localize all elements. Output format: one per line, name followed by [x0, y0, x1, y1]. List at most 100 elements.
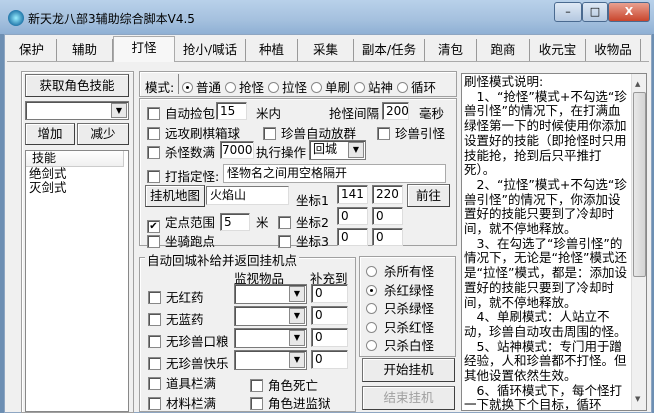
- help-paragraph: 5、站神模式：专门用于蹭经验，人和珍兽都不打怪。但其他设置依然生效。: [464, 338, 627, 384]
- get-skills-button[interactable]: 获取角色技能: [25, 74, 129, 97]
- tab-clean-bag[interactable]: 清包: [425, 39, 477, 61]
- pet-happy-combo[interactable]: ▼: [234, 350, 307, 370]
- auto-pickup-checkbox[interactable]: 自动捡包: [147, 103, 215, 122]
- help-scrollbar[interactable]: ▲ ▼: [631, 74, 646, 410]
- scrollbar-thumb[interactable]: [633, 92, 646, 277]
- help-textarea[interactable]: 刷怪模式说明: 1、“抢怪”模式+不勾选“珍兽引怪”的情况下，在打满血绿怪第一下…: [461, 73, 647, 411]
- kill-green-only-radio[interactable]: 只杀绿怪: [366, 300, 455, 319]
- map-input[interactable]: 火焰山: [206, 186, 289, 205]
- goto-button[interactable]: 前往: [407, 184, 450, 207]
- chevron-down-icon[interactable]: ▼: [111, 103, 127, 118]
- skill-list-item[interactable]: 绝剑式: [26, 167, 128, 181]
- exec-action-label: 执行操作: [256, 145, 307, 160]
- remove-skill-button[interactable]: 减少: [77, 123, 129, 145]
- mode-radio-solo[interactable]: 单刷: [311, 80, 350, 95]
- close-button[interactable]: X: [608, 2, 650, 22]
- grab-interval-unit: 毫秒: [419, 106, 445, 121]
- mode-radio-stand[interactable]: 站神: [354, 80, 393, 95]
- fixed-range-checkbox[interactable]: ✔ 定点范围: [147, 212, 215, 233]
- action-combo-value: 回城: [313, 142, 338, 156]
- skill-list[interactable]: 技能 绝剑式 灭剑式: [25, 150, 129, 412]
- chevron-down-icon[interactable]: ▼: [289, 352, 305, 368]
- resupply-title: 自动回城补给并返回挂机点: [145, 250, 300, 269]
- blue-potion-fill-input[interactable]: 0: [311, 306, 348, 325]
- tab-fight[interactable]: 打怪: [113, 36, 175, 62]
- coord2-x-input[interactable]: 0: [337, 207, 368, 225]
- bag-full-checkbox[interactable]: 道具栏满: [148, 373, 216, 392]
- red-potion-combo[interactable]: ▼: [234, 284, 307, 304]
- coord2-y-input[interactable]: 0: [372, 207, 403, 225]
- kill-red-green-radio[interactable]: 杀红绿怪: [366, 282, 455, 301]
- mode-radio-group: 普通 抢怪 拉怪 单刷 站神 循环: [182, 77, 436, 96]
- tab-collect-ingot[interactable]: 收元宝: [530, 39, 586, 61]
- tab-protect[interactable]: 保护: [7, 39, 57, 61]
- chevron-down-icon[interactable]: ▼: [289, 308, 305, 324]
- add-skill-button[interactable]: 增加: [25, 123, 75, 145]
- red-potion-fill-input[interactable]: 0: [311, 284, 348, 303]
- pet-food-fill-input[interactable]: 0: [311, 328, 348, 347]
- help-paragraph: 3、在勾选了“珍兽引怪”的情况下，无论是“抢怪”模式还是“拉怪”模式，都是：添加…: [464, 235, 627, 310]
- target-specific-checkbox[interactable]: 打指定怪:: [147, 166, 219, 185]
- ranged-ball-checkbox[interactable]: 远攻刷棋箱球: [147, 123, 240, 142]
- coord3-checkbox[interactable]: 坐标3: [278, 231, 329, 250]
- pickup-range-input[interactable]: 15: [216, 102, 247, 120]
- coord1-x-input[interactable]: 141: [337, 185, 368, 204]
- scroll-up-icon[interactable]: ▲: [635, 77, 640, 92]
- mode-label: 模式:: [145, 80, 175, 95]
- grab-interval-input[interactable]: 200: [382, 102, 409, 120]
- tab-assist[interactable]: 辅助: [57, 39, 113, 61]
- map-button[interactable]: 挂机地图: [145, 185, 205, 207]
- kill-red-only-radio[interactable]: 只杀红怪: [366, 319, 455, 338]
- coord2-checkbox[interactable]: 坐标2: [278, 212, 329, 231]
- kill-count-input[interactable]: 7000: [220, 141, 254, 159]
- maximize-button[interactable]: □: [582, 2, 608, 22]
- pickup-unit: 米内: [256, 106, 282, 121]
- action-combo[interactable]: 回城 ▼: [309, 140, 366, 160]
- help-paragraph: 4、单刷模式：人站立不动，珍兽自动攻击周围的怪。: [464, 309, 627, 339]
- help-title: 刷怪模式说明:: [464, 74, 544, 89]
- tab-dungeon-quest[interactable]: 副本/任务: [354, 39, 425, 61]
- start-button[interactable]: 开始挂机: [362, 358, 455, 382]
- kill-count-checkbox[interactable]: 杀怪数满: [147, 142, 215, 161]
- minimize-button[interactable]: –: [554, 2, 582, 22]
- tab-plant[interactable]: 种植: [246, 39, 298, 61]
- title-bar[interactable]: 新天龙八部3辅助综合脚本V4.5 – □ X: [0, 0, 654, 34]
- mode-radio-pull[interactable]: 拉怪: [268, 80, 307, 95]
- coord1-y-input[interactable]: 220: [372, 185, 403, 204]
- mat-full-checkbox[interactable]: 材料栏满: [148, 393, 216, 412]
- chevron-down-icon[interactable]: ▼: [289, 286, 305, 302]
- skill-combo[interactable]: ▼: [25, 101, 129, 120]
- no-blue-potion-checkbox[interactable]: 无蓝药: [148, 309, 204, 328]
- tab-divider: [7, 61, 649, 62]
- pet-lure-checkbox[interactable]: 珍兽引怪: [377, 123, 445, 142]
- skill-list-header[interactable]: 技能: [26, 151, 124, 167]
- mount-run-checkbox[interactable]: 坐骑跑点: [147, 231, 215, 250]
- tab-collect-items[interactable]: 收物品: [586, 39, 641, 61]
- coord3-x-input[interactable]: 0: [337, 228, 368, 246]
- chevron-down-icon[interactable]: ▼: [348, 142, 364, 158]
- tab-gather[interactable]: 采集: [298, 39, 354, 61]
- no-pet-food-checkbox[interactable]: 无珍兽口粮: [148, 331, 229, 350]
- tab-grab-shout[interactable]: 抢小/喊话: [175, 39, 246, 61]
- mode-radio-normal[interactable]: 普通: [182, 80, 221, 95]
- kill-white-only-radio[interactable]: 只杀白怪: [366, 337, 455, 356]
- mode-radio-grab[interactable]: 抢怪: [225, 80, 264, 95]
- blue-potion-combo[interactable]: ▼: [234, 306, 307, 326]
- char-dead-checkbox[interactable]: 角色死亡: [250, 375, 318, 394]
- no-red-potion-checkbox[interactable]: 无红药: [148, 287, 204, 306]
- window-title: 新天龙八部3辅助综合脚本V4.5: [28, 12, 195, 26]
- tab-trade-run[interactable]: 跑商: [477, 39, 530, 61]
- stop-button[interactable]: 结束挂机: [362, 386, 455, 410]
- scroll-down-icon[interactable]: ▼: [635, 392, 640, 407]
- no-pet-happy-checkbox[interactable]: 无珍兽快乐: [148, 353, 229, 372]
- fixed-range-input[interactable]: 5: [220, 213, 250, 231]
- skill-list-item[interactable]: 灭剑式: [26, 181, 128, 195]
- target-names-input[interactable]: 怪物名之间用空格隔开: [223, 164, 446, 183]
- mode-radio-cycle[interactable]: 循环: [397, 80, 436, 95]
- char-jail-checkbox[interactable]: 角色进监狱: [250, 393, 331, 412]
- coord3-y-input[interactable]: 0: [372, 228, 403, 246]
- kill-all-radio[interactable]: 杀所有怪: [366, 263, 455, 282]
- pet-happy-fill-input[interactable]: 0: [311, 350, 348, 369]
- chevron-down-icon[interactable]: ▼: [289, 330, 305, 346]
- pet-food-combo[interactable]: ▼: [234, 328, 307, 348]
